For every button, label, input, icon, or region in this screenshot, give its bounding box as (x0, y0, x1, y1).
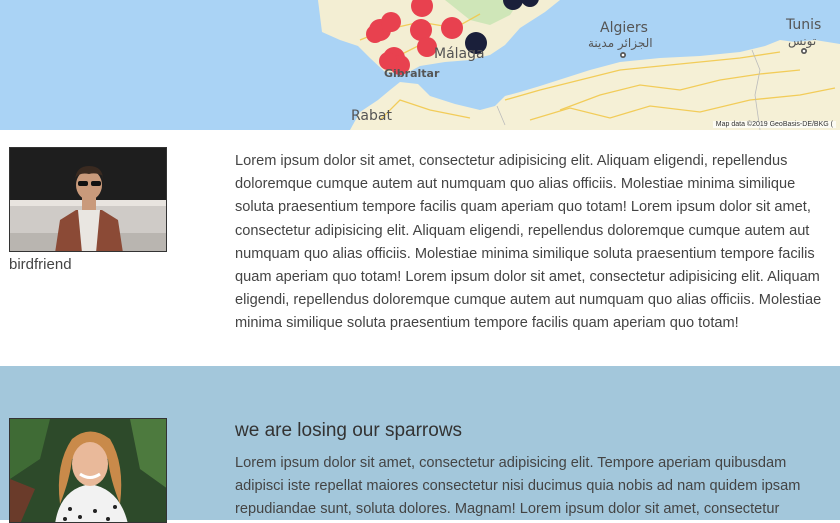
post-text-line: Lorem ipsum dolor sit amet, consectetur … (235, 455, 787, 471)
marker (366, 25, 384, 43)
post-text-line: numquam quo alias officiis. Molestiae mi… (235, 245, 815, 262)
place-algiers: Algiers (600, 20, 648, 36)
post-text-line: consectetur adipisicing elit. Aliquam el… (235, 222, 810, 239)
avatar-photo (10, 148, 166, 251)
place-tunis: Tunis (786, 17, 822, 33)
post-text-line: quam aperiam quo totam! Lorem ipsum dolo… (235, 269, 820, 286)
avatar[interactable] (9, 147, 167, 252)
post-text-line: doloremque cumque autem aut numquam quo … (235, 176, 796, 193)
map-canvas (318, 0, 840, 130)
marker (441, 17, 463, 39)
place-rabat: Rabat (351, 108, 392, 124)
place-algiers-ar: الجزائر مدينة (588, 36, 653, 50)
avatar[interactable] (9, 418, 167, 523)
post-title[interactable]: we are losing our sparrows (235, 418, 840, 444)
map-attribution[interactable]: Map data ©2019 GeoBasis-DE/BKG ( (712, 121, 836, 128)
post-text-line: Lorem ipsum dolor sit amet, consectetur … (235, 153, 788, 169)
map-view[interactable]: Algiers الجزائر مدينة Tunis تونس Málaga … (0, 0, 840, 130)
avatar-photo (10, 419, 166, 522)
post: we are losing our sparrows Lorem ipsum d… (0, 366, 840, 523)
username[interactable]: birdfriend (9, 256, 72, 273)
place-gibraltar: Gibraltar (384, 67, 440, 80)
place-tunis-ar: تونس (788, 34, 817, 48)
post-body: Lorem ipsum dolor sit amet, consectetur … (235, 150, 840, 336)
post-body: we are losing our sparrows Lorem ipsum d… (235, 418, 840, 522)
post-text-line: repudiandae sunt, soluta dolores. Magnam… (235, 501, 780, 518)
place-malaga: Málaga (434, 46, 485, 62)
post-text-line: adipisci iste repellat maiores consectet… (235, 478, 801, 495)
post-text-line: minima similique soluta praesentium temp… (235, 315, 739, 332)
post: birdfriend Lorem ipsum dolor sit amet, c… (0, 130, 840, 366)
post-text-line: eligendi, repellendus doloremque cumque … (235, 292, 822, 309)
marker (381, 12, 401, 32)
land-iberia (318, 0, 560, 74)
post-text-line: soluta praesentium tempore facilis quam … (235, 199, 811, 216)
